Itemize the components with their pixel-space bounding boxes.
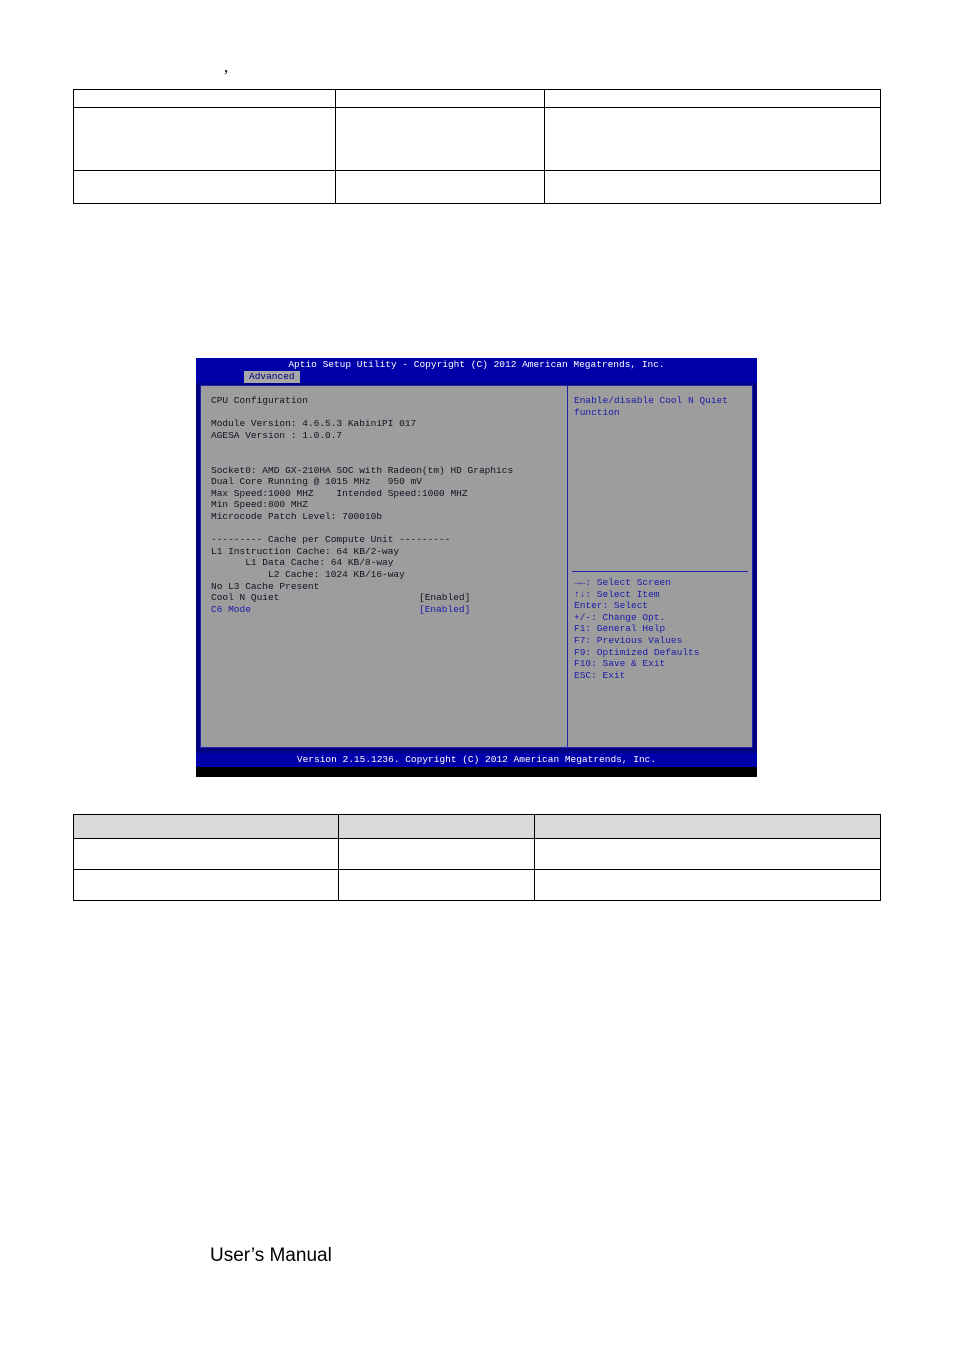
table-header-cell <box>338 814 535 839</box>
spacer-line: . <box>211 407 567 419</box>
spacer-line: . <box>211 453 567 465</box>
stray-comma-mark: , <box>224 57 229 76</box>
bottom-spec-table <box>73 814 881 901</box>
help-text-line-2: function <box>574 406 620 418</box>
table-cell <box>544 170 881 204</box>
table-row <box>73 869 881 901</box>
tab-advanced[interactable]: Advanced <box>244 371 300 383</box>
module-version-line: Module Version: 4.6.5.3 KabiniPI 017 <box>211 418 417 430</box>
table-cell <box>335 170 545 204</box>
hotkey-select-screen: →←: Select Screen <box>574 577 671 588</box>
table-row <box>73 838 881 870</box>
hotkey-enter-select: Enter: Select <box>574 600 649 612</box>
table-cell <box>73 107 336 171</box>
table-header-cell <box>534 814 881 839</box>
table-cell <box>335 107 545 171</box>
table-cell <box>544 89 881 108</box>
table-cell <box>534 869 881 901</box>
setting-value-c6-mode[interactable]: [Enabled] <box>419 604 470 615</box>
setting-value-cool-n-quiet[interactable]: [Enabled] <box>419 592 470 603</box>
table-cell <box>338 869 535 901</box>
cache-section-heading: --------- Cache per Compute Unit -------… <box>211 534 451 546</box>
table-cell <box>338 838 535 870</box>
bios-left-pane: CPU Configuration . Module Version: 4.6.… <box>201 386 567 747</box>
hotkey-previous-values: F7: Previous Values <box>574 634 683 646</box>
no-l3-cache-line: No L3 Cache Present <box>211 580 320 592</box>
hotkey-general-help: F1: General Help <box>574 623 666 635</box>
bios-content-area: CPU Configuration . Module Version: 4.6.… <box>200 385 753 748</box>
l1-data-cache-line: L1 Data Cache: 64 KB/8-way <box>211 557 394 569</box>
table-row <box>73 89 881 108</box>
table-cell <box>544 107 881 171</box>
bios-hotkey-legend: →←: Select Screen ↑↓: Select Item Enter:… <box>574 577 752 681</box>
l2-cache-line: L2 Cache: 1024 KB/16-way <box>211 568 405 580</box>
min-speed-line: Min Speed:800 MHZ <box>211 499 308 511</box>
hotkey-select-item: ↑↓: Select Item <box>574 588 660 600</box>
help-pane-separator <box>572 571 748 572</box>
setting-row-c6-mode[interactable]: C6 Mode [Enabled] <box>211 604 567 616</box>
table-cell <box>73 838 339 870</box>
bios-tab-bar: Advanced <box>196 371 757 383</box>
table-header-row <box>73 814 881 839</box>
cpu-configuration-heading: CPU Configuration <box>211 395 308 406</box>
spacer-line: . <box>211 523 567 535</box>
table-cell <box>73 869 339 901</box>
max-speed-line: Max Speed:1000 MHZ Intended Speed:1000 M… <box>211 487 468 499</box>
bios-right-help-pane: Enable/disable Cool N Quiet function →←:… <box>568 386 752 747</box>
spacer-line: . <box>211 441 567 453</box>
table-cell <box>335 89 545 108</box>
hotkey-save-and-exit: F10: Save & Exit <box>574 658 666 670</box>
agesa-version-line: AGESA Version : 1.0.0.7 <box>211 429 343 441</box>
table-cell <box>73 89 336 108</box>
table-row <box>73 107 881 171</box>
help-text-line-1: Enable/disable Cool N Quiet <box>574 395 728 406</box>
table-row <box>73 170 881 204</box>
table-cell <box>534 838 881 870</box>
bios-version-footer: Version 2.15.1236. Copyright (C) 2012 Am… <box>196 753 757 767</box>
top-spec-table <box>73 89 881 204</box>
table-cell <box>73 170 336 204</box>
hotkey-esc-exit: ESC: Exit <box>574 669 626 681</box>
socket0-line: Socket0: AMD GX-210HA SOC with Radeon(tm… <box>211 464 514 476</box>
page-footer-label: User’s Manual <box>210 1245 332 1266</box>
setting-label-cool-n-quiet: Cool N Quiet <box>211 592 280 604</box>
core-running-line: Dual Core Running @ 1015 MHz 950 mV <box>211 476 422 488</box>
setting-row-cool-n-quiet[interactable]: Cool N Quiet [Enabled] <box>211 592 567 604</box>
bios-title-bar: Aptio Setup Utility - Copyright (C) 2012… <box>196 358 757 371</box>
l1-instruction-cache-line: L1 Instruction Cache: 64 KB/2-way <box>211 545 400 557</box>
hotkey-optimized-defaults: F9: Optimized Defaults <box>574 646 700 658</box>
hotkey-change-opt: +/-: Change Opt. <box>574 611 666 623</box>
setting-label-c6-mode: C6 Mode <box>211 603 251 615</box>
bios-setup-screenshot: Aptio Setup Utility - Copyright (C) 2012… <box>196 358 757 777</box>
table-header-cell <box>73 814 339 839</box>
bios-bottom-bezel <box>196 767 757 777</box>
microcode-patch-level-line: Microcode Patch Level: 700010b <box>211 510 383 522</box>
